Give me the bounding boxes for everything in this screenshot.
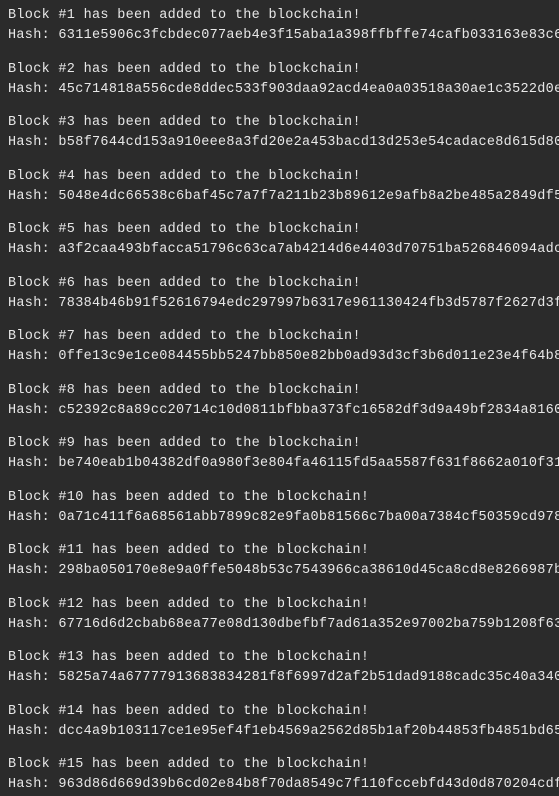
hash-line: Hash: 5825a74a67777913683834281f8f6997d2… (8, 668, 551, 688)
hash-line: Hash: 298ba050170e8e9a0ffe5048b53c754396… (8, 561, 551, 581)
block-added-line: Block #4 has been added to the blockchai… (8, 167, 551, 187)
hash-line: Hash: 0a71c411f6a68561abb7899c82e9fa0b81… (8, 508, 551, 528)
block-entry: Block #14 has been added to the blockcha… (8, 702, 551, 743)
block-entry: Block #13 has been added to the blockcha… (8, 648, 551, 689)
block-added-line: Block #6 has been added to the blockchai… (8, 274, 551, 294)
block-entry: Block #9 has been added to the blockchai… (8, 434, 551, 475)
hash-line: Hash: 963d86d669d39b6cd02e84b8f70da8549c… (8, 775, 551, 795)
block-entry: Block #8 has been added to the blockchai… (8, 381, 551, 422)
hash-line: Hash: 0ffe13c9e1ce084455bb5247bb850e82bb… (8, 347, 551, 367)
block-added-line: Block #9 has been added to the blockchai… (8, 434, 551, 454)
block-entry: Block #11 has been added to the blockcha… (8, 541, 551, 582)
block-added-line: Block #8 has been added to the blockchai… (8, 381, 551, 401)
block-added-line: Block #12 has been added to the blockcha… (8, 595, 551, 615)
block-added-line: Block #15 has been added to the blockcha… (8, 755, 551, 775)
hash-line: Hash: dcc4a9b103117ce1e95ef4f1eb4569a256… (8, 722, 551, 742)
block-entry: Block #7 has been added to the blockchai… (8, 327, 551, 368)
hash-line: Hash: b58f7644cd153a910eee8a3fd20e2a453b… (8, 133, 551, 153)
block-entry: Block #1 has been added to the blockchai… (8, 6, 551, 47)
hash-line: Hash: 67716d6d2cbab68ea77e08d130dbefbf7a… (8, 615, 551, 635)
block-entry: Block #5 has been added to the blockchai… (8, 220, 551, 261)
hash-line: Hash: c52392c8a89cc20714c10d0811bfbba373… (8, 401, 551, 421)
block-added-line: Block #14 has been added to the blockcha… (8, 702, 551, 722)
hash-line: Hash: 45c714818a556cde8ddec533f903daa92a… (8, 80, 551, 100)
block-entry: Block #15 has been added to the blockcha… (8, 755, 551, 796)
block-entry: Block #6 has been added to the blockchai… (8, 274, 551, 315)
block-added-line: Block #7 has been added to the blockchai… (8, 327, 551, 347)
block-added-line: Block #11 has been added to the blockcha… (8, 541, 551, 561)
block-added-line: Block #3 has been added to the blockchai… (8, 113, 551, 133)
hash-line: Hash: be740eab1b04382df0a980f3e804fa4611… (8, 454, 551, 474)
block-entry: Block #10 has been added to the blockcha… (8, 488, 551, 529)
hash-line: Hash: 6311e5906c3fcbdec077aeb4e3f15aba1a… (8, 26, 551, 46)
block-entry: Block #3 has been added to the blockchai… (8, 113, 551, 154)
hash-line: Hash: 78384b46b91f52616794edc297997b6317… (8, 294, 551, 314)
block-entry: Block #4 has been added to the blockchai… (8, 167, 551, 208)
hash-line: Hash: 5048e4dc66538c6baf45c7a7f7a211b23b… (8, 187, 551, 207)
hash-line: Hash: a3f2caa493bfacca51796c63ca7ab4214d… (8, 240, 551, 260)
block-added-line: Block #2 has been added to the blockchai… (8, 60, 551, 80)
block-entry: Block #2 has been added to the blockchai… (8, 60, 551, 101)
block-added-line: Block #5 has been added to the blockchai… (8, 220, 551, 240)
terminal-output: Block #1 has been added to the blockchai… (8, 6, 551, 796)
block-added-line: Block #10 has been added to the blockcha… (8, 488, 551, 508)
block-added-line: Block #13 has been added to the blockcha… (8, 648, 551, 668)
block-added-line: Block #1 has been added to the blockchai… (8, 6, 551, 26)
block-entry: Block #12 has been added to the blockcha… (8, 595, 551, 636)
